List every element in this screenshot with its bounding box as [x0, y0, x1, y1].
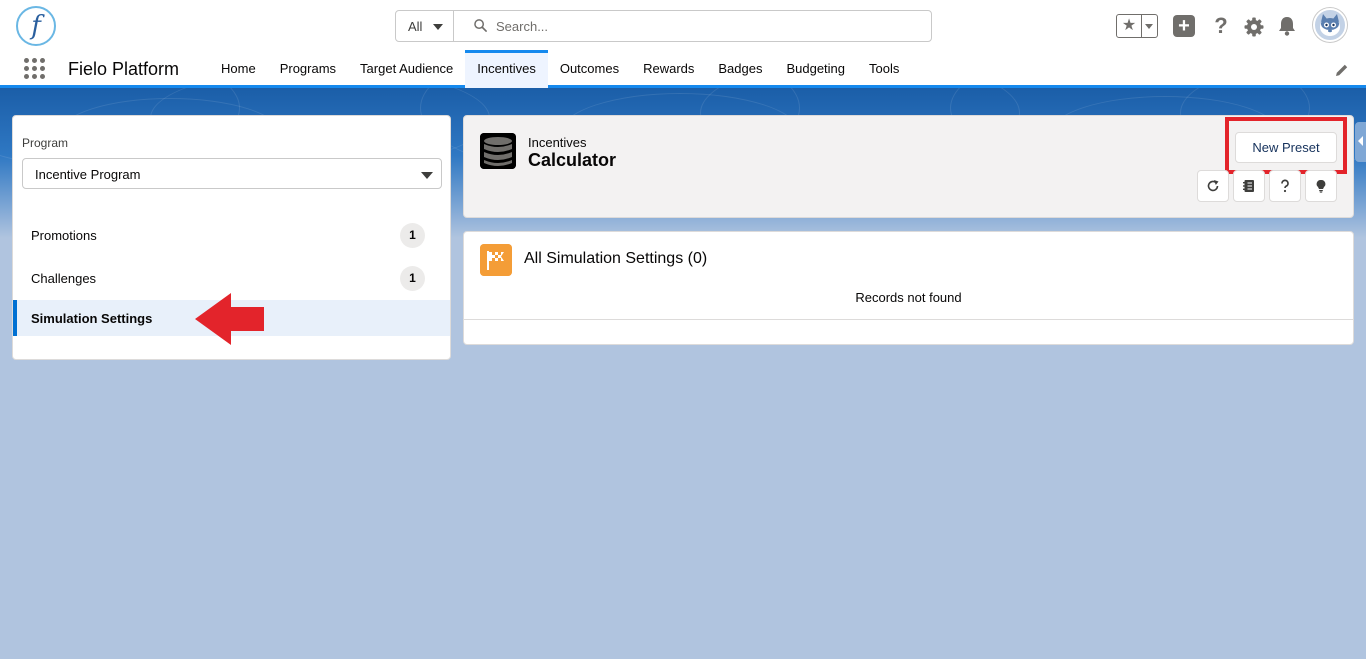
- help-button[interactable]: [1269, 170, 1301, 202]
- app-launcher-icon[interactable]: [24, 58, 46, 80]
- bell-icon[interactable]: [1276, 15, 1298, 37]
- sidebar-item-challenges[interactable]: Challenges 1: [13, 260, 450, 296]
- app-name: Fielo Platform: [68, 59, 180, 79]
- divider: [464, 319, 1353, 320]
- tab-programs[interactable]: Programs: [268, 50, 348, 88]
- red-arrow-annotation: [195, 293, 264, 345]
- tab-tools[interactable]: Tools: [857, 50, 911, 88]
- tab-outcomes[interactable]: Outcomes: [548, 50, 631, 88]
- nav-tabs: Home Programs Target Audience Incentives…: [209, 50, 911, 88]
- user-avatar[interactable]: [1313, 8, 1347, 42]
- plus-icon: +: [1178, 15, 1190, 37]
- simulation-settings-list: All Simulation Settings (0) Records not …: [463, 231, 1354, 345]
- search-input[interactable]: [496, 16, 916, 36]
- sidebar-item-label: Challenges: [31, 271, 97, 286]
- sidebar-item-promotions[interactable]: Promotions 1: [13, 217, 450, 253]
- gear-icon[interactable]: [1243, 16, 1265, 38]
- page-header: Incentives Calculator: [463, 115, 1354, 218]
- tab-incentives[interactable]: Incentives: [465, 50, 548, 88]
- chevron-down-icon: [433, 24, 443, 30]
- notebook-icon: [1243, 180, 1254, 192]
- pencil-icon[interactable]: [1335, 63, 1349, 77]
- program-label: Program: [22, 136, 69, 150]
- chevron-down-icon: [421, 172, 433, 179]
- utility-panel-toggle[interactable]: [1355, 122, 1366, 162]
- program-select[interactable]: Incentive Program: [22, 158, 442, 189]
- global-create-button[interactable]: +: [1173, 15, 1195, 37]
- checkered-flag-icon: [480, 244, 512, 276]
- lightbulb-button[interactable]: [1305, 170, 1337, 202]
- program-select-value: Incentive Program: [35, 167, 141, 182]
- help-icon: [1281, 179, 1289, 193]
- search-scope-dropdown[interactable]: All: [396, 11, 454, 41]
- logo-letter: f: [31, 11, 41, 41]
- new-preset-button[interactable]: New Preset: [1235, 132, 1337, 163]
- astro-avatar-icon: [1320, 14, 1340, 36]
- chevron-left-icon: [1358, 136, 1363, 146]
- tab-budgeting[interactable]: Budgeting: [774, 50, 857, 88]
- help-icon[interactable]: ?: [1210, 12, 1232, 40]
- fielo-logo[interactable]: f: [16, 6, 56, 46]
- list-title: All Simulation Settings (0): [524, 250, 708, 267]
- sidebar-item-label: Promotions: [31, 228, 97, 243]
- global-search: All: [395, 10, 932, 42]
- sidebar-item-label: Simulation Settings: [31, 311, 153, 326]
- notebook-button[interactable]: [1233, 170, 1265, 202]
- tab-home[interactable]: Home: [209, 50, 268, 88]
- tab-rewards[interactable]: Rewards: [631, 50, 706, 88]
- tab-target-audience[interactable]: Target Audience: [348, 50, 465, 88]
- tab-badges[interactable]: Badges: [706, 50, 774, 88]
- global-header: f All ★ + ?: [0, 0, 1366, 50]
- refresh-icon: [1207, 180, 1219, 192]
- page-title: Calculator: [528, 150, 617, 170]
- count-badge: 1: [400, 223, 425, 248]
- favorites-button[interactable]: ★: [1116, 14, 1158, 38]
- refresh-button[interactable]: [1197, 170, 1229, 202]
- chevron-down-icon[interactable]: [1145, 24, 1153, 29]
- count-badge: 1: [400, 266, 425, 291]
- page-kicker: Incentives: [528, 135, 587, 150]
- search-icon: [474, 19, 487, 32]
- database-icon: [480, 133, 516, 169]
- lightbulb-icon: [1316, 179, 1326, 193]
- search-scope-label: All: [408, 19, 423, 34]
- star-icon: ★: [1121, 17, 1137, 34]
- divider: [1141, 15, 1142, 37]
- app-navigation-bar: Fielo Platform Home Programs Target Audi…: [0, 50, 1366, 88]
- empty-state-message: Records not found: [855, 290, 962, 305]
